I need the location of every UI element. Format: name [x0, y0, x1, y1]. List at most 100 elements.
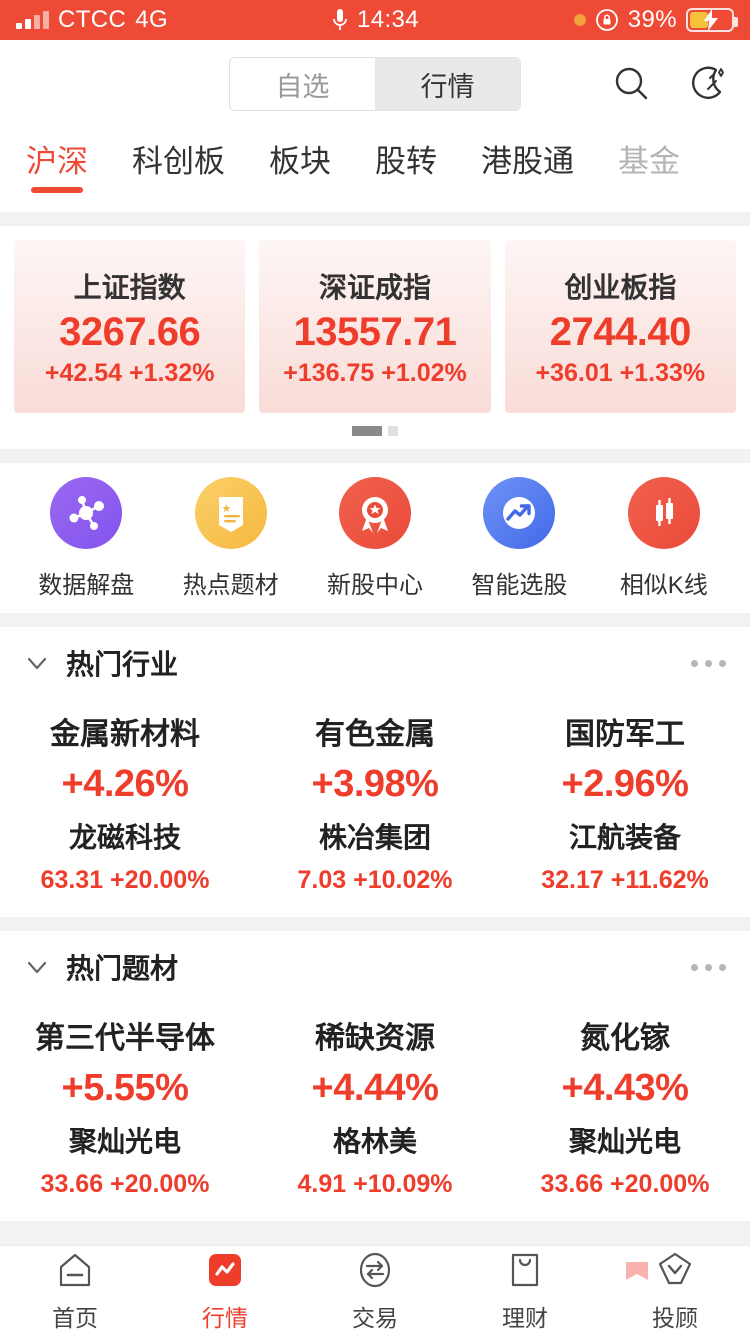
tab-hushen[interactable]: 沪深 [26, 136, 88, 193]
quick-action-similar-kline[interactable]: 相似K线 [592, 476, 736, 600]
index-card-carousel[interactable]: 上证指数 3267.66 +42.54 +1.32% 深证成指 13557.71… [0, 226, 750, 413]
quick-action-smart-stock-pick[interactable]: 智能选股 [447, 476, 591, 600]
document-bookmark-icon [194, 476, 267, 549]
quotes-icon [204, 1248, 246, 1292]
theme-name: 稀缺资源 [315, 1022, 435, 1055]
industry-name: 国防军工 [565, 718, 685, 751]
index-card[interactable]: 创业板指 2744.40 +36.01 +1.33% [504, 240, 736, 413]
clock-label: 14:34 [356, 6, 420, 33]
index-value: 2744.40 [549, 309, 692, 354]
page-dot-active[interactable] [352, 426, 382, 436]
quick-action-data-analysis[interactable]: 数据解盘 [14, 476, 158, 600]
nav-item-finance[interactable]: 理财 [450, 1246, 600, 1334]
network-type-label: 4G [135, 6, 169, 33]
nav-item-home[interactable]: 首页 [0, 1246, 150, 1334]
index-card[interactable]: 上证指数 3267.66 +42.54 +1.32% [14, 240, 246, 413]
industry-cell[interactable]: 金属新材料 +4.26% 龙磁科技 63.31 +20.00% [0, 709, 250, 895]
tab-ganggutong[interactable]: 港股通 [481, 136, 574, 193]
section-title: 热门行业 [66, 649, 179, 680]
trending-up-arrow-icon [483, 476, 556, 549]
molecule-network-icon [50, 476, 123, 549]
microphone-icon [333, 9, 347, 30]
index-card-row: 上证指数 3267.66 +42.54 +1.32% 深证成指 13557.71… [14, 240, 736, 413]
index-change: +36.01 +1.33% [535, 358, 706, 387]
index-change: +136.75 +1.02% [283, 358, 467, 387]
leader-stock-quote: 4.91 +10.09% [297, 1170, 453, 1198]
nav-item-trade[interactable]: 交易 [300, 1246, 450, 1334]
quick-action-label: 新股中心 [327, 571, 424, 599]
page-dot[interactable] [388, 426, 398, 436]
carrier-label: CTCC [58, 6, 127, 33]
status-bar-left: CTCC 4G [16, 6, 168, 34]
leader-stock-quote: 32.17 +11.62% [541, 866, 709, 894]
theme-change: +4.44% [311, 1067, 439, 1109]
chevron-down-icon[interactable] [24, 954, 50, 980]
industry-cell[interactable]: 国防军工 +2.96% 江航装备 32.17 +11.62% [500, 709, 750, 895]
nav-label: 理财 [502, 1304, 548, 1331]
tab-guzhuan[interactable]: 股转 [375, 136, 437, 193]
tab-jijin[interactable]: 基金 [618, 136, 680, 193]
theme-change: +5.55% [61, 1067, 189, 1109]
leader-stock-quote: 33.66 +20.00% [40, 1170, 210, 1198]
status-bar: CTCC 4G 14:34 39% [0, 0, 750, 40]
theme-grid: 第三代半导体 +5.55% 聚灿光电 33.66 +20.00% 稀缺资源 +4… [0, 1003, 750, 1221]
index-name: 创业板指 [564, 271, 677, 303]
nav-item-advisor[interactable]: 投顾 [600, 1246, 750, 1334]
theme-name: 氮化镓 [580, 1022, 670, 1055]
leader-stock-name: 江航装备 [568, 822, 681, 853]
index-name: 上证指数 [73, 271, 186, 303]
header-icon-group [612, 63, 728, 105]
leader-stock-quote: 33.66 +20.00% [540, 1170, 710, 1198]
industry-grid: 金属新材料 +4.26% 龙磁科技 63.31 +20.00% 有色金属 +3.… [0, 699, 750, 917]
battery-charging-icon [686, 8, 738, 32]
nav-item-quotes[interactable]: 行情 [150, 1246, 300, 1334]
segment-watchlist[interactable]: 自选 [230, 58, 375, 110]
wallet-icon [504, 1248, 546, 1292]
section-divider [0, 613, 750, 627]
theme-cell[interactable]: 第三代半导体 +5.55% 聚灿光电 33.66 +20.00% [0, 1013, 250, 1199]
app-screen: CTCC 4G 14:34 39% 自选 行情 沪深 科创板 板块 股转 港股通… [0, 0, 750, 1334]
theme-name: 第三代半导体 [35, 1022, 215, 1055]
watchlist-quotes-segmented-control[interactable]: 自选 行情 [229, 57, 521, 111]
section-hot-themes: 热门题材 第三代半导体 +5.55% 聚灿光电 33.66 +20.00% 稀缺… [0, 931, 750, 1221]
ellipsis-icon[interactable] [691, 963, 726, 971]
ellipsis-icon[interactable] [691, 659, 726, 667]
section-divider [0, 212, 750, 226]
segment-quotes[interactable]: 行情 [375, 58, 520, 110]
market-tabs[interactable]: 沪深 科创板 板块 股转 港股通 基金 [0, 128, 750, 212]
theme-cell[interactable]: 氮化镓 +4.43% 聚灿光电 33.66 +20.00% [500, 1013, 750, 1199]
chevron-down-icon[interactable] [24, 650, 50, 676]
index-value: 3267.66 [59, 309, 201, 354]
tab-kechuang[interactable]: 科创板 [132, 136, 225, 193]
nav-label: 行情 [202, 1304, 248, 1331]
section-header[interactable]: 热门行业 [0, 627, 750, 699]
tab-bankuai[interactable]: 板块 [269, 136, 331, 193]
quick-action-new-stock-center[interactable]: 新股中心 [303, 476, 447, 600]
quick-action-hot-topics[interactable]: 热点题材 [158, 476, 302, 600]
battery-percent-label: 39% [627, 6, 677, 33]
section-header[interactable]: 热门题材 [0, 931, 750, 1003]
medal-award-icon [339, 476, 412, 549]
quick-action-label: 智能选股 [471, 571, 568, 599]
industry-change: +2.96% [561, 763, 689, 805]
industry-name: 有色金属 [315, 718, 435, 751]
nav-label: 首页 [52, 1304, 98, 1331]
moon-night-mode-icon[interactable] [686, 63, 728, 105]
search-icon[interactable] [612, 64, 652, 104]
signal-bars-icon [16, 11, 49, 29]
pink-ribbon-badge-icon [626, 1261, 648, 1280]
nav-label: 投顾 [652, 1304, 698, 1331]
leader-stock-name: 聚灿光电 [68, 1126, 181, 1157]
leader-stock-quote: 7.03 +10.02% [297, 866, 453, 894]
theme-change: +4.43% [561, 1067, 689, 1109]
candlestick-icon [627, 476, 700, 549]
rotation-lock-icon [595, 9, 618, 31]
nav-label: 交易 [352, 1304, 398, 1331]
leader-stock-name: 株冶集团 [318, 822, 431, 853]
quick-action-label: 数据解盘 [38, 571, 135, 599]
section-title: 热门题材 [66, 953, 179, 984]
section-divider [0, 449, 750, 463]
industry-cell[interactable]: 有色金属 +3.98% 株冶集团 7.03 +10.02% [250, 709, 500, 895]
index-card[interactable]: 深证成指 13557.71 +136.75 +1.02% [259, 240, 491, 413]
theme-cell[interactable]: 稀缺资源 +4.44% 格林美 4.91 +10.09% [250, 1013, 500, 1199]
